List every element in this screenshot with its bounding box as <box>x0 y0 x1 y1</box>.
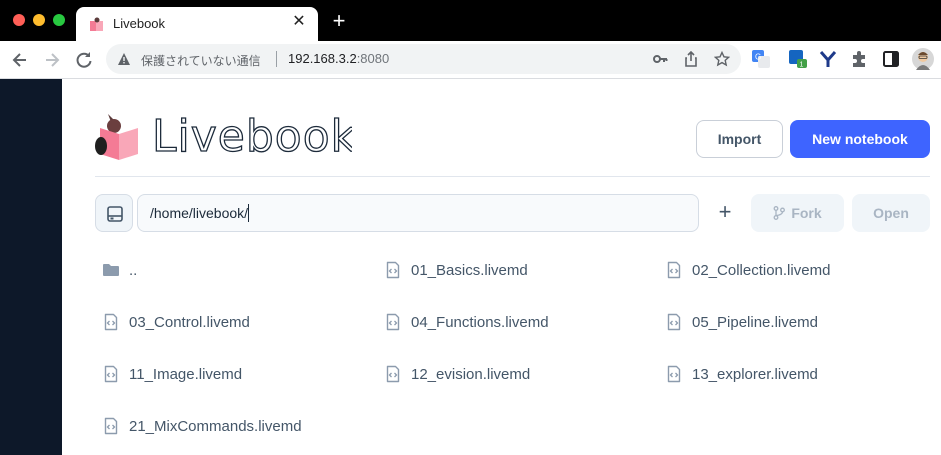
close-window-button[interactable] <box>13 14 25 26</box>
forward-arrow-icon[interactable] <box>42 50 62 70</box>
browser-toolbar: 保護されていない通信 192.168.3.2:8080 G 1 <box>0 41 941 79</box>
header-divider <box>95 176 930 177</box>
folder-icon <box>103 264 119 276</box>
file-item[interactable]: 02_Collection.livemd <box>665 258 830 282</box>
file-name: 13_explorer.livemd <box>692 365 818 383</box>
file-item[interactable]: 04_Functions.livemd <box>384 310 549 334</box>
profile-avatar[interactable] <box>912 48 934 70</box>
code-file-icon <box>104 365 118 383</box>
fork-button[interactable]: Fork <box>751 194 844 232</box>
back-arrow-icon[interactable] <box>10 50 30 70</box>
file-item[interactable]: 03_Control.livemd <box>102 310 250 334</box>
git-fork-icon <box>773 206 786 220</box>
window-titlebar: Livebook ✕ + <box>0 0 941 41</box>
tab-livebook[interactable]: Livebook ✕ <box>76 7 318 41</box>
file-name: 12_evision.livemd <box>411 365 531 383</box>
y-extension-icon[interactable] <box>818 49 838 69</box>
livebook-favicon-icon <box>90 17 103 31</box>
tab-close-icon[interactable]: ✕ <box>290 13 308 31</box>
livebook-wordmark: Livebook <box>152 113 352 159</box>
omnibox-divider <box>276 51 277 67</box>
parent-folder-item[interactable]: .. <box>102 258 137 282</box>
file-name: 01_Basics.livemd <box>411 261 528 279</box>
file-item[interactable]: 12_evision.livemd <box>384 362 530 386</box>
file-name: 04_Functions.livemd <box>411 313 549 331</box>
file-name: 21_MixCommands.livemd <box>129 417 302 435</box>
sidepanel-icon[interactable] <box>881 49 901 69</box>
file-item[interactable]: 13_explorer.livemd <box>665 362 818 386</box>
reload-icon[interactable] <box>74 50 94 70</box>
code-file-icon <box>667 313 681 331</box>
code-file-icon <box>667 365 681 383</box>
code-file-icon <box>104 417 118 435</box>
tab-title: Livebook <box>113 16 166 31</box>
url-text[interactable]: 192.168.3.2:8080 <box>288 51 389 66</box>
path-input[interactable]: /home/livebook/ <box>137 194 699 232</box>
share-icon[interactable] <box>683 51 699 67</box>
extension-badge-count: 1 <box>800 62 804 69</box>
not-secure-label: 保護されていない通信 <box>141 54 261 68</box>
code-file-icon <box>667 261 681 279</box>
file-item[interactable]: 05_Pipeline.livemd <box>665 310 818 334</box>
new-notebook-button[interactable]: New notebook <box>790 120 930 158</box>
open-button[interactable]: Open <box>852 194 930 232</box>
code-file-icon <box>104 313 118 331</box>
main-content: Livebook Import New notebook /home/liveb… <box>62 79 941 455</box>
warning-icon[interactable] <box>117 52 131 66</box>
key-icon[interactable] <box>652 51 668 67</box>
svg-text:G: G <box>755 53 761 62</box>
file-item[interactable]: 01_Basics.livemd <box>384 258 528 282</box>
new-file-plus-icon[interactable]: + <box>714 201 736 223</box>
bookmark-star-icon[interactable] <box>714 51 730 67</box>
toggle-pathbar-button[interactable] <box>95 194 133 232</box>
minimize-window-button[interactable] <box>33 14 45 26</box>
extension-badge-icon[interactable]: 1 <box>788 49 808 69</box>
svg-text:Livebook: Livebook <box>152 113 352 159</box>
file-name: 11_Image.livemd <box>129 365 243 383</box>
file-name: 02_Collection.livemd <box>692 261 831 279</box>
translate-icon[interactable]: G <box>751 49 771 69</box>
code-file-icon <box>386 313 400 331</box>
text-caret <box>248 204 250 222</box>
code-file-icon <box>386 261 400 279</box>
import-button[interactable]: Import <box>696 120 783 158</box>
file-name: .. <box>129 261 138 279</box>
address-bar[interactable]: 保護されていない通信 192.168.3.2:8080 <box>106 44 741 74</box>
app-sidebar <box>0 79 62 455</box>
livebook-logo-icon <box>95 114 138 160</box>
new-tab-button[interactable]: + <box>328 10 350 33</box>
file-name: 05_Pipeline.livemd <box>692 313 818 331</box>
file-item[interactable]: 21_MixCommands.livemd <box>102 414 302 438</box>
file-item[interactable]: 11_Image.livemd <box>102 362 242 386</box>
code-file-icon <box>386 365 400 383</box>
file-name: 03_Control.livemd <box>129 313 250 331</box>
puzzle-icon[interactable] <box>849 49 869 69</box>
maximize-window-button[interactable] <box>53 14 65 26</box>
hard-drive-icon <box>107 206 123 222</box>
